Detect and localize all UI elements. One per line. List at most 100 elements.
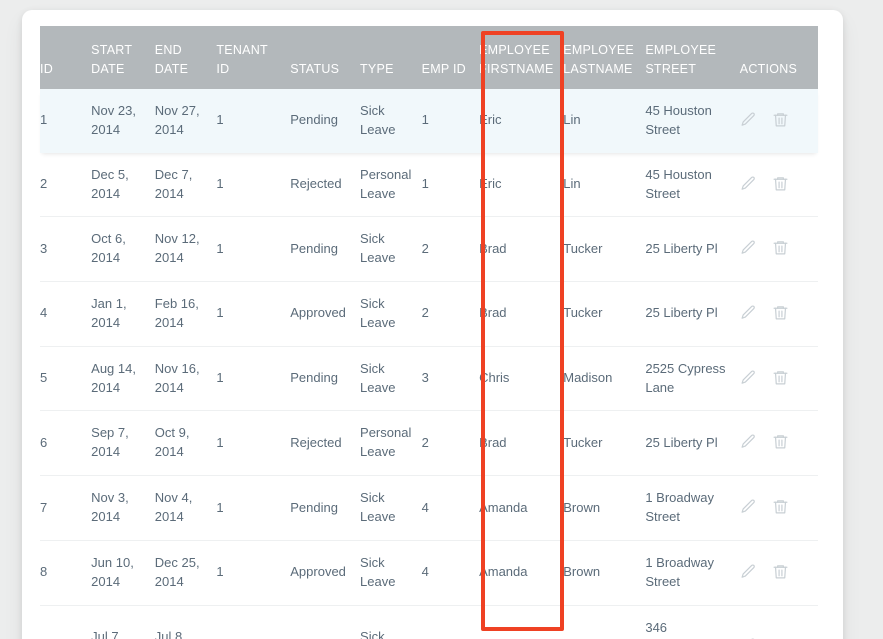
column-header-employee-lastname[interactable]: EMPLOYEE LASTNAME	[557, 26, 639, 89]
cell-id: 4	[40, 282, 85, 347]
table-row[interactable]: 8Jun 10, 2014Dec 25, 20141ApprovedSick L…	[40, 540, 818, 605]
cell-id: 5	[40, 346, 85, 411]
cell-type: Sick Leave	[354, 282, 416, 347]
cell-empid: 2	[416, 411, 473, 476]
column-header-start-date[interactable]: START DATE	[85, 26, 149, 89]
table-row[interactable]: 3Oct 6, 2014Nov 12, 20141PendingSick Lea…	[40, 217, 818, 282]
cell-fname: Brad	[473, 282, 557, 347]
cell-empid: 4	[416, 540, 473, 605]
pencil-icon[interactable]	[740, 369, 760, 389]
cell-status: Rejected	[284, 153, 354, 217]
table-row[interactable]: 4Jan 1, 2014Feb 16, 20141ApprovedSick Le…	[40, 282, 818, 347]
table-row[interactable]: 6Sep 7, 2014Oct 9, 20141RejectedPersonal…	[40, 411, 818, 476]
column-header-actions[interactable]: ACTIONS	[734, 26, 818, 89]
table-row[interactable]: 7Nov 3, 2014Nov 4, 20141PendingSick Leav…	[40, 476, 818, 541]
cell-status: Pending	[284, 89, 354, 153]
cell-lname: Lin	[557, 89, 639, 153]
cell-street: 45 Houston Street	[639, 153, 733, 217]
column-header-type[interactable]: TYPE	[354, 26, 416, 89]
cell-id: 2	[40, 153, 85, 217]
cell-lname: Tucker	[557, 282, 639, 347]
column-header-employee-street[interactable]: EMPLOYEE STREET	[639, 26, 733, 89]
trash-icon[interactable]	[772, 563, 792, 583]
cell-status: Rejected	[284, 411, 354, 476]
trash-icon[interactable]	[772, 498, 792, 518]
cell-fname: Jane	[473, 605, 557, 639]
cell-type: Personal Leave	[354, 411, 416, 476]
cell-tenant: 1	[210, 605, 284, 639]
cell-actions	[734, 476, 818, 541]
cell-start: Aug 14, 2014	[85, 346, 149, 411]
cell-lname: Tucker	[557, 411, 639, 476]
table-row[interactable]: 1Nov 23, 2014Nov 27, 20141PendingSick Le…	[40, 89, 818, 153]
cell-tenant: 1	[210, 217, 284, 282]
trash-icon[interactable]	[772, 175, 792, 195]
cell-actions	[734, 217, 818, 282]
cell-status: Pending	[284, 346, 354, 411]
cell-status: Pending	[284, 217, 354, 282]
cell-lname: Brown	[557, 540, 639, 605]
cell-end: Nov 16, 2014	[149, 346, 211, 411]
pencil-icon[interactable]	[740, 175, 760, 195]
leave-requests-table: ID START DATE END DATE TENANT ID STATUS …	[40, 26, 818, 639]
cell-actions	[734, 153, 818, 217]
trash-icon[interactable]	[772, 433, 792, 453]
table-scroll-area[interactable]: ID START DATE END DATE TENANT ID STATUS …	[40, 26, 818, 639]
cell-street: 346 Mulholland Drive	[639, 605, 733, 639]
cell-actions	[734, 89, 818, 153]
cell-end: Nov 4, 2014	[149, 476, 211, 541]
cell-lname: Brown	[557, 476, 639, 541]
cell-fname: Eric	[473, 89, 557, 153]
cell-tenant: 1	[210, 282, 284, 347]
cell-status: Pending	[284, 476, 354, 541]
cell-fname: Amanda	[473, 540, 557, 605]
column-header-id[interactable]: ID	[40, 26, 85, 89]
cell-start: Dec 5, 2014	[85, 153, 149, 217]
pencil-icon[interactable]	[740, 433, 760, 453]
pencil-icon[interactable]	[740, 304, 760, 324]
column-header-employee-firstname[interactable]: EMPLOYEE FIRSTNAME	[473, 26, 557, 89]
trash-icon[interactable]	[772, 304, 792, 324]
cell-tenant: 1	[210, 411, 284, 476]
cell-id: 3	[40, 217, 85, 282]
cell-lname: Lin	[557, 153, 639, 217]
table-row[interactable]: 9Jul 7, 2014Jul 8, 20141PendingSick Leav…	[40, 605, 818, 639]
cell-end: Jul 8, 2014	[149, 605, 211, 639]
trash-icon[interactable]	[772, 369, 792, 389]
cell-id: 6	[40, 411, 85, 476]
column-header-emp-id[interactable]: EMP ID	[416, 26, 473, 89]
cell-empid: 1	[416, 89, 473, 153]
column-header-tenant-id[interactable]: TENANT ID	[210, 26, 284, 89]
cell-empid: 4	[416, 476, 473, 541]
column-header-status[interactable]: STATUS	[284, 26, 354, 89]
pencil-icon[interactable]	[740, 498, 760, 518]
cell-id: 7	[40, 476, 85, 541]
cell-street: 45 Houston Street	[639, 89, 733, 153]
trash-icon[interactable]	[772, 111, 792, 131]
cell-actions	[734, 540, 818, 605]
cell-start: Sep 7, 2014	[85, 411, 149, 476]
cell-street: 25 Liberty Pl	[639, 411, 733, 476]
cell-id: 8	[40, 540, 85, 605]
pencil-icon[interactable]	[740, 239, 760, 259]
cell-id: 1	[40, 89, 85, 153]
table-body: 1Nov 23, 2014Nov 27, 20141PendingSick Le…	[40, 89, 818, 639]
cell-tenant: 1	[210, 346, 284, 411]
cell-id: 9	[40, 605, 85, 639]
cell-empid: 2	[416, 217, 473, 282]
trash-icon[interactable]	[772, 239, 792, 259]
cell-type: Personal Leave	[354, 153, 416, 217]
pencil-icon[interactable]	[740, 111, 760, 131]
cell-end: Feb 16, 2014	[149, 282, 211, 347]
cell-empid: 5	[416, 605, 473, 639]
cell-tenant: 1	[210, 476, 284, 541]
cell-tenant: 1	[210, 89, 284, 153]
cell-start: Jan 1, 2014	[85, 282, 149, 347]
table-row[interactable]: 5Aug 14, 2014Nov 16, 20141PendingSick Le…	[40, 346, 818, 411]
cell-start: Jul 7, 2014	[85, 605, 149, 639]
table-row[interactable]: 2Dec 5, 2014Dec 7, 20141RejectedPersonal…	[40, 153, 818, 217]
pencil-icon[interactable]	[740, 563, 760, 583]
cell-street: 25 Liberty Pl	[639, 217, 733, 282]
table-header-row: ID START DATE END DATE TENANT ID STATUS …	[40, 26, 818, 89]
column-header-end-date[interactable]: END DATE	[149, 26, 211, 89]
